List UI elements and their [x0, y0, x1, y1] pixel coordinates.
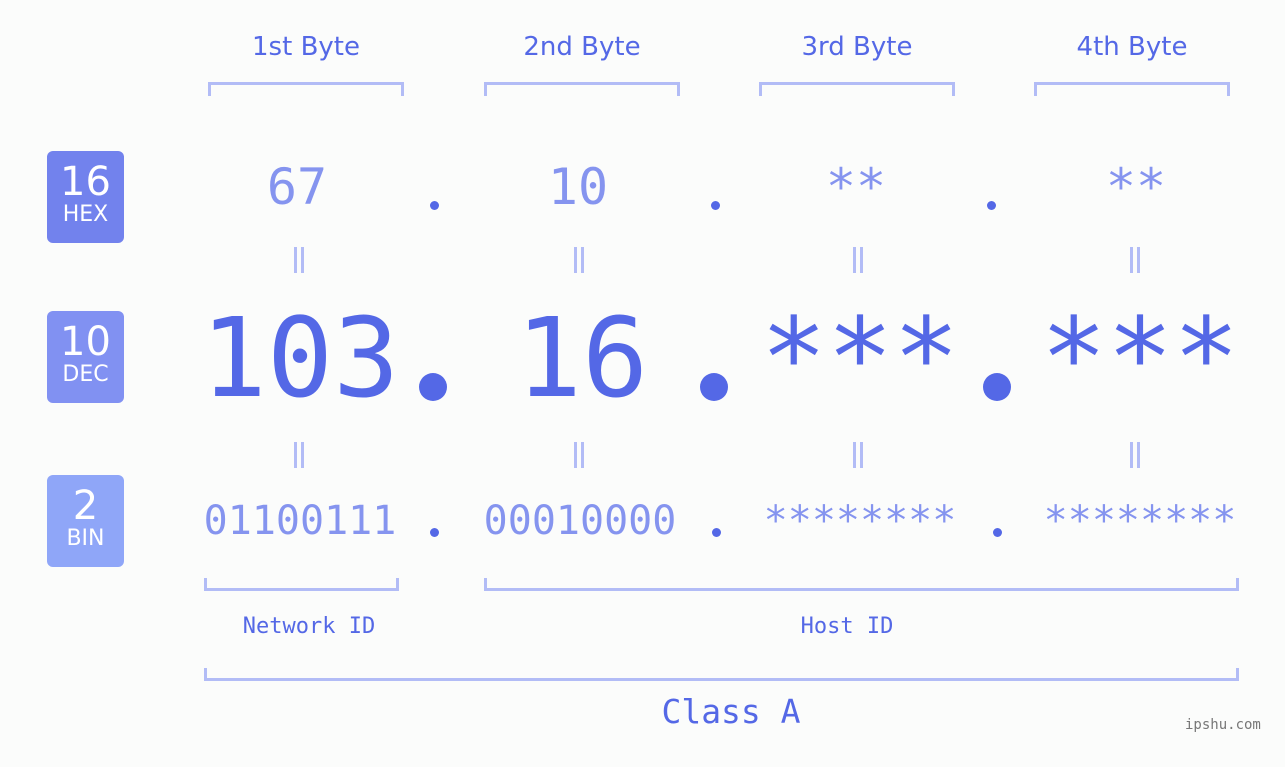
class-bracket	[204, 668, 1239, 681]
equals-icon	[851, 247, 865, 273]
hex-badge-number: 16	[60, 159, 111, 205]
hex-badge: 16 HEX	[47, 151, 124, 243]
dec-badge-label: DEC	[62, 362, 109, 387]
dec-byte-2: 16	[515, 294, 649, 422]
byte-header-1: 1st Byte	[252, 32, 360, 62]
byte-header-2: 2nd Byte	[523, 32, 641, 62]
bin-byte-2: 00010000	[483, 498, 677, 544]
equals-icon	[851, 442, 865, 468]
hex-byte-1: 67	[266, 158, 328, 216]
host-id-bracket	[484, 578, 1239, 591]
bin-badge-number: 2	[72, 483, 99, 529]
bin-byte-4: ********	[1043, 498, 1237, 544]
byte-bracket-2	[484, 82, 680, 96]
hex-badge-label: HEX	[62, 202, 109, 227]
hex-byte-4: **	[1105, 158, 1167, 216]
hex-byte-2: 10	[547, 158, 609, 216]
bin-badge-label: BIN	[66, 526, 105, 551]
hex-separator-dot	[430, 201, 439, 210]
byte-header-4: 4th Byte	[1076, 32, 1188, 62]
hex-separator-dot	[987, 201, 996, 210]
host-id-label: Host ID	[800, 614, 894, 639]
equals-icon	[1128, 247, 1142, 273]
bin-separator-dot	[430, 528, 439, 537]
dec-badge-number: 10	[60, 319, 111, 365]
bin-separator-dot	[993, 528, 1002, 537]
bin-byte-3: ********	[763, 498, 957, 544]
dec-byte-1: 103	[200, 294, 400, 422]
dec-separator-dot	[419, 373, 447, 401]
dec-badge: 10 DEC	[47, 311, 124, 403]
byte-bracket-3	[759, 82, 955, 96]
dec-separator-dot	[983, 373, 1011, 401]
hex-separator-dot	[711, 201, 720, 210]
hex-byte-3: **	[825, 158, 887, 216]
equals-icon	[292, 247, 306, 273]
equals-icon	[572, 247, 586, 273]
byte-bracket-1	[208, 82, 404, 96]
watermark: ipshu.com	[1185, 717, 1261, 733]
dec-byte-4: ***	[1040, 294, 1240, 422]
bin-byte-1: 01100111	[203, 498, 397, 544]
byte-bracket-4	[1034, 82, 1230, 96]
bin-badge: 2 BIN	[47, 475, 124, 567]
equals-icon	[1128, 442, 1142, 468]
equals-icon	[572, 442, 586, 468]
dec-byte-3: ***	[760, 294, 960, 422]
network-id-label: Network ID	[242, 614, 376, 639]
network-id-bracket	[204, 578, 399, 591]
dec-separator-dot	[700, 373, 728, 401]
equals-icon	[292, 442, 306, 468]
class-label: Class A	[661, 692, 801, 731]
byte-header-3: 3rd Byte	[801, 32, 913, 62]
bin-separator-dot	[712, 528, 721, 537]
